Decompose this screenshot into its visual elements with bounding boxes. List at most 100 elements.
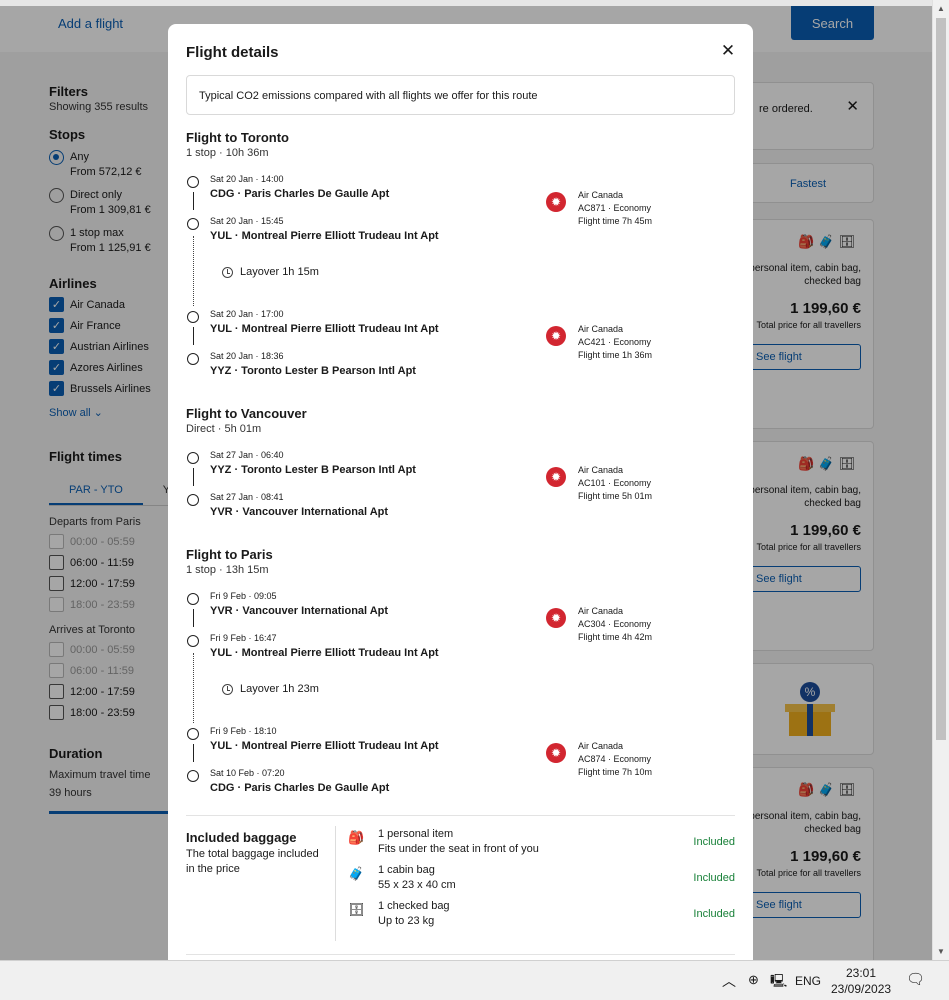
stop-airport: YVR · Vancouver International Apt xyxy=(210,605,389,617)
flight-code: AC871 · Economy xyxy=(578,203,652,213)
stop-airport: YYZ · Toronto Lester B Pearson Intl Apt xyxy=(210,365,416,377)
included-status: Included xyxy=(693,836,735,848)
flight-time: Flight time 1h 36m xyxy=(578,350,653,360)
leg-heading: Flight to Vancouver xyxy=(186,406,307,421)
flight-code: AC874 · Economy xyxy=(578,754,652,764)
personal-item-icon: 🎒 xyxy=(348,830,365,845)
air-canada-logo-icon: ✹ xyxy=(546,743,566,763)
flight-code: AC421 · Economy xyxy=(578,337,652,347)
stop-airport: CDG · Paris Charles De Gaulle Apt xyxy=(210,782,390,794)
stop-airport: YUL · Montreal Pierre Elliott Trudeau In… xyxy=(210,740,439,752)
stop-time: Fri 9 Feb · 09:05 xyxy=(210,591,277,601)
stop-circle xyxy=(187,218,199,230)
flight-details-modal: Flight details ✕ Typical CO2 emissions c… xyxy=(168,24,753,960)
segment-line xyxy=(192,609,194,627)
flight-time: Flight time 7h 10m xyxy=(578,767,653,777)
flight-time: Flight time 7h 45m xyxy=(578,216,653,226)
leg-heading: Flight to Toronto xyxy=(186,130,289,145)
scroll-down-arrow-icon[interactable]: ▼ xyxy=(937,947,945,956)
stop-circle xyxy=(187,176,199,188)
air-canada-logo-icon: ✹ xyxy=(546,608,566,628)
baggage-item-name: 1 checked bag xyxy=(378,900,450,912)
modal-title: Flight details xyxy=(186,44,279,61)
included-status: Included xyxy=(693,872,735,884)
airline-name: Air Canada xyxy=(578,465,624,475)
stop-time: Sat 10 Feb · 07:20 xyxy=(210,768,285,778)
leg-summary: Direct · 5h 01m xyxy=(186,423,262,435)
stop-airport: YUL · Montreal Pierre Elliott Trudeau In… xyxy=(210,230,439,242)
baggage-item-detail: 55 x 23 x 40 cm xyxy=(378,879,456,891)
stop-time: Sat 27 Jan · 08:41 xyxy=(210,492,284,502)
baggage-title: Included baggage xyxy=(186,830,297,845)
stop-time: Fri 9 Feb · 18:10 xyxy=(210,726,277,736)
stop-time: Fri 9 Feb · 16:47 xyxy=(210,633,277,643)
chevron-up-icon[interactable]: ︿ xyxy=(722,971,736,991)
layover-line xyxy=(192,236,194,306)
stop-circle xyxy=(187,452,199,464)
stop-time: Sat 20 Jan · 15:45 xyxy=(210,216,284,226)
notification-icon[interactable]: 🗨 xyxy=(906,970,925,988)
baggage-item-detail: Up to 23 kg xyxy=(378,915,435,927)
airline-name: Air Canada xyxy=(578,190,624,200)
scroll-up-arrow-icon[interactable]: ▲ xyxy=(937,4,945,13)
language-indicator[interactable]: ENG xyxy=(795,974,821,988)
airline-name: Air Canada xyxy=(578,741,624,751)
flight-time: Flight time 5h 01m xyxy=(578,491,653,501)
battery-icon[interactable]: ⊕ xyxy=(748,972,759,988)
segment-line xyxy=(192,468,194,486)
stop-circle xyxy=(187,770,199,782)
layover-text: Layover 1h 23m xyxy=(240,683,319,695)
layover-line xyxy=(192,653,194,723)
stop-airport: YYZ · Toronto Lester B Pearson Intl Apt xyxy=(210,464,416,476)
windows-taskbar: ︿ ⊕ 🖳 ENG 23:01 23/09/2023 🗨 xyxy=(0,960,949,1000)
stop-circle xyxy=(187,593,199,605)
clock-icon xyxy=(222,266,233,278)
stop-airport: YUL · Montreal Pierre Elliott Trudeau In… xyxy=(210,323,439,335)
co2-info-box[interactable]: Typical CO2 emissions compared with all … xyxy=(186,75,735,115)
flight-code: AC101 · Economy xyxy=(578,478,652,488)
layover-text: Layover 1h 15m xyxy=(240,266,319,278)
stop-circle xyxy=(187,353,199,365)
stop-circle xyxy=(187,635,199,647)
stop-circle xyxy=(187,494,199,506)
stop-airport: CDG · Paris Charles De Gaulle Apt xyxy=(210,188,390,200)
airline-name: Air Canada xyxy=(578,324,624,334)
page-scrollbar[interactable]: ▲ ▼ xyxy=(932,0,949,960)
divider xyxy=(186,815,735,816)
baggage-item-name: 1 cabin bag xyxy=(378,864,435,876)
included-status: Included xyxy=(693,908,735,920)
checked-bag-icon: 🗄 xyxy=(348,902,365,917)
segment-line xyxy=(192,744,194,762)
stop-time: Sat 20 Jan · 18:36 xyxy=(210,351,284,361)
stop-time: Sat 20 Jan · 14:00 xyxy=(210,174,284,184)
airline-name: Air Canada xyxy=(578,606,624,616)
clock[interactable]: 23:01 23/09/2023 xyxy=(831,965,891,997)
clock-icon xyxy=(222,683,233,695)
flight-time: Flight time 4h 42m xyxy=(578,632,653,642)
close-icon[interactable]: ✕ xyxy=(718,42,738,62)
baggage-divider xyxy=(335,826,336,941)
leg-heading: Flight to Paris xyxy=(186,547,273,562)
layover: Layover 1h 23m xyxy=(222,683,319,695)
clock-time: 23:01 xyxy=(845,966,877,980)
leg-summary: 1 stop · 13h 15m xyxy=(186,564,269,576)
layover: Layover 1h 15m xyxy=(222,266,319,278)
baggage-subtitle: The total baggage included in the price xyxy=(186,848,319,875)
air-canada-logo-icon: ✹ xyxy=(546,326,566,346)
baggage-item-detail: Fits under the seat in front of you xyxy=(378,843,539,855)
clock-date: 23/09/2023 xyxy=(831,982,892,996)
baggage-item-name: 1 personal item xyxy=(378,828,454,840)
segment-line xyxy=(192,192,194,210)
scrollbar-thumb[interactable] xyxy=(936,18,946,740)
air-canada-logo-icon: ✹ xyxy=(546,192,566,212)
stop-time: Sat 27 Jan · 06:40 xyxy=(210,450,284,460)
stop-time: Sat 20 Jan · 17:00 xyxy=(210,309,284,319)
cabin-bag-icon: 🧳 xyxy=(348,866,365,881)
stop-circle xyxy=(187,728,199,740)
segment-line xyxy=(192,327,194,345)
stop-circle xyxy=(187,311,199,323)
air-canada-logo-icon: ✹ xyxy=(546,467,566,487)
stop-airport: YUL · Montreal Pierre Elliott Trudeau In… xyxy=(210,647,439,659)
network-icon[interactable]: 🖳 xyxy=(770,972,787,994)
flight-code: AC304 · Economy xyxy=(578,619,652,629)
